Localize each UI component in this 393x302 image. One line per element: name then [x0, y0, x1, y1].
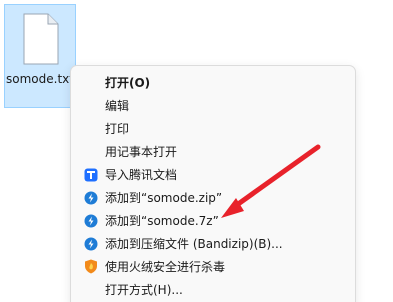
menu-item-print[interactable]: 打印 [77, 117, 349, 140]
bandizip-icon [84, 191, 98, 204]
menu-item-open[interactable]: 打开(O) [77, 71, 349, 94]
context-menu: 打开(O) 编辑 打印 用记事本打开 导入腾讯文档 添加到“somode.zip… [70, 65, 356, 302]
menu-item-edit[interactable]: 编辑 [77, 94, 349, 117]
menu-item-label: 添加到“somode.zip” [105, 191, 223, 205]
menu-item-open-with[interactable]: 打开方式(H)... [77, 278, 349, 301]
file-name-label: somode.txt [6, 72, 74, 86]
menu-item-add-to-archive[interactable]: 添加到压缩文件 (Bandizip)(B)... [77, 232, 349, 255]
desktop-file-item[interactable]: somode.txt [4, 4, 76, 108]
text-file-icon [23, 13, 59, 65]
menu-item-label: 使用火绒安全进行杀毒 [105, 260, 226, 274]
menu-item-label: 用记事本打开 [105, 145, 178, 159]
desktop: somode.txt 打开(O) 编辑 打印 用记事本打开 导入腾讯文档 添加到… [0, 0, 393, 302]
menu-item-label: 添加到“somode.7z” [105, 214, 219, 228]
menu-item-huorong-scan[interactable]: 使用火绒安全进行杀毒 [77, 255, 349, 278]
menu-item-label: 打印 [105, 122, 130, 136]
menu-item-import-tencent-docs[interactable]: 导入腾讯文档 [77, 163, 349, 186]
bandizip-icon [84, 214, 98, 227]
menu-item-label: 添加到压缩文件 (Bandizip)(B)... [105, 237, 283, 251]
huorong-shield-icon [85, 259, 97, 274]
bandizip-icon [84, 237, 98, 250]
menu-item-label: 打开方式(H)... [105, 283, 183, 297]
menu-item-label: 导入腾讯文档 [105, 168, 178, 182]
menu-item-add-to-7z[interactable]: 添加到“somode.7z” [77, 209, 349, 232]
menu-item-add-to-zip[interactable]: 添加到“somode.zip” [77, 186, 349, 209]
tencent-docs-icon [84, 168, 98, 181]
menu-item-label: 打开(O) [105, 76, 151, 90]
menu-item-open-with-notepad[interactable]: 用记事本打开 [77, 140, 349, 163]
menu-item-label: 编辑 [105, 99, 130, 113]
